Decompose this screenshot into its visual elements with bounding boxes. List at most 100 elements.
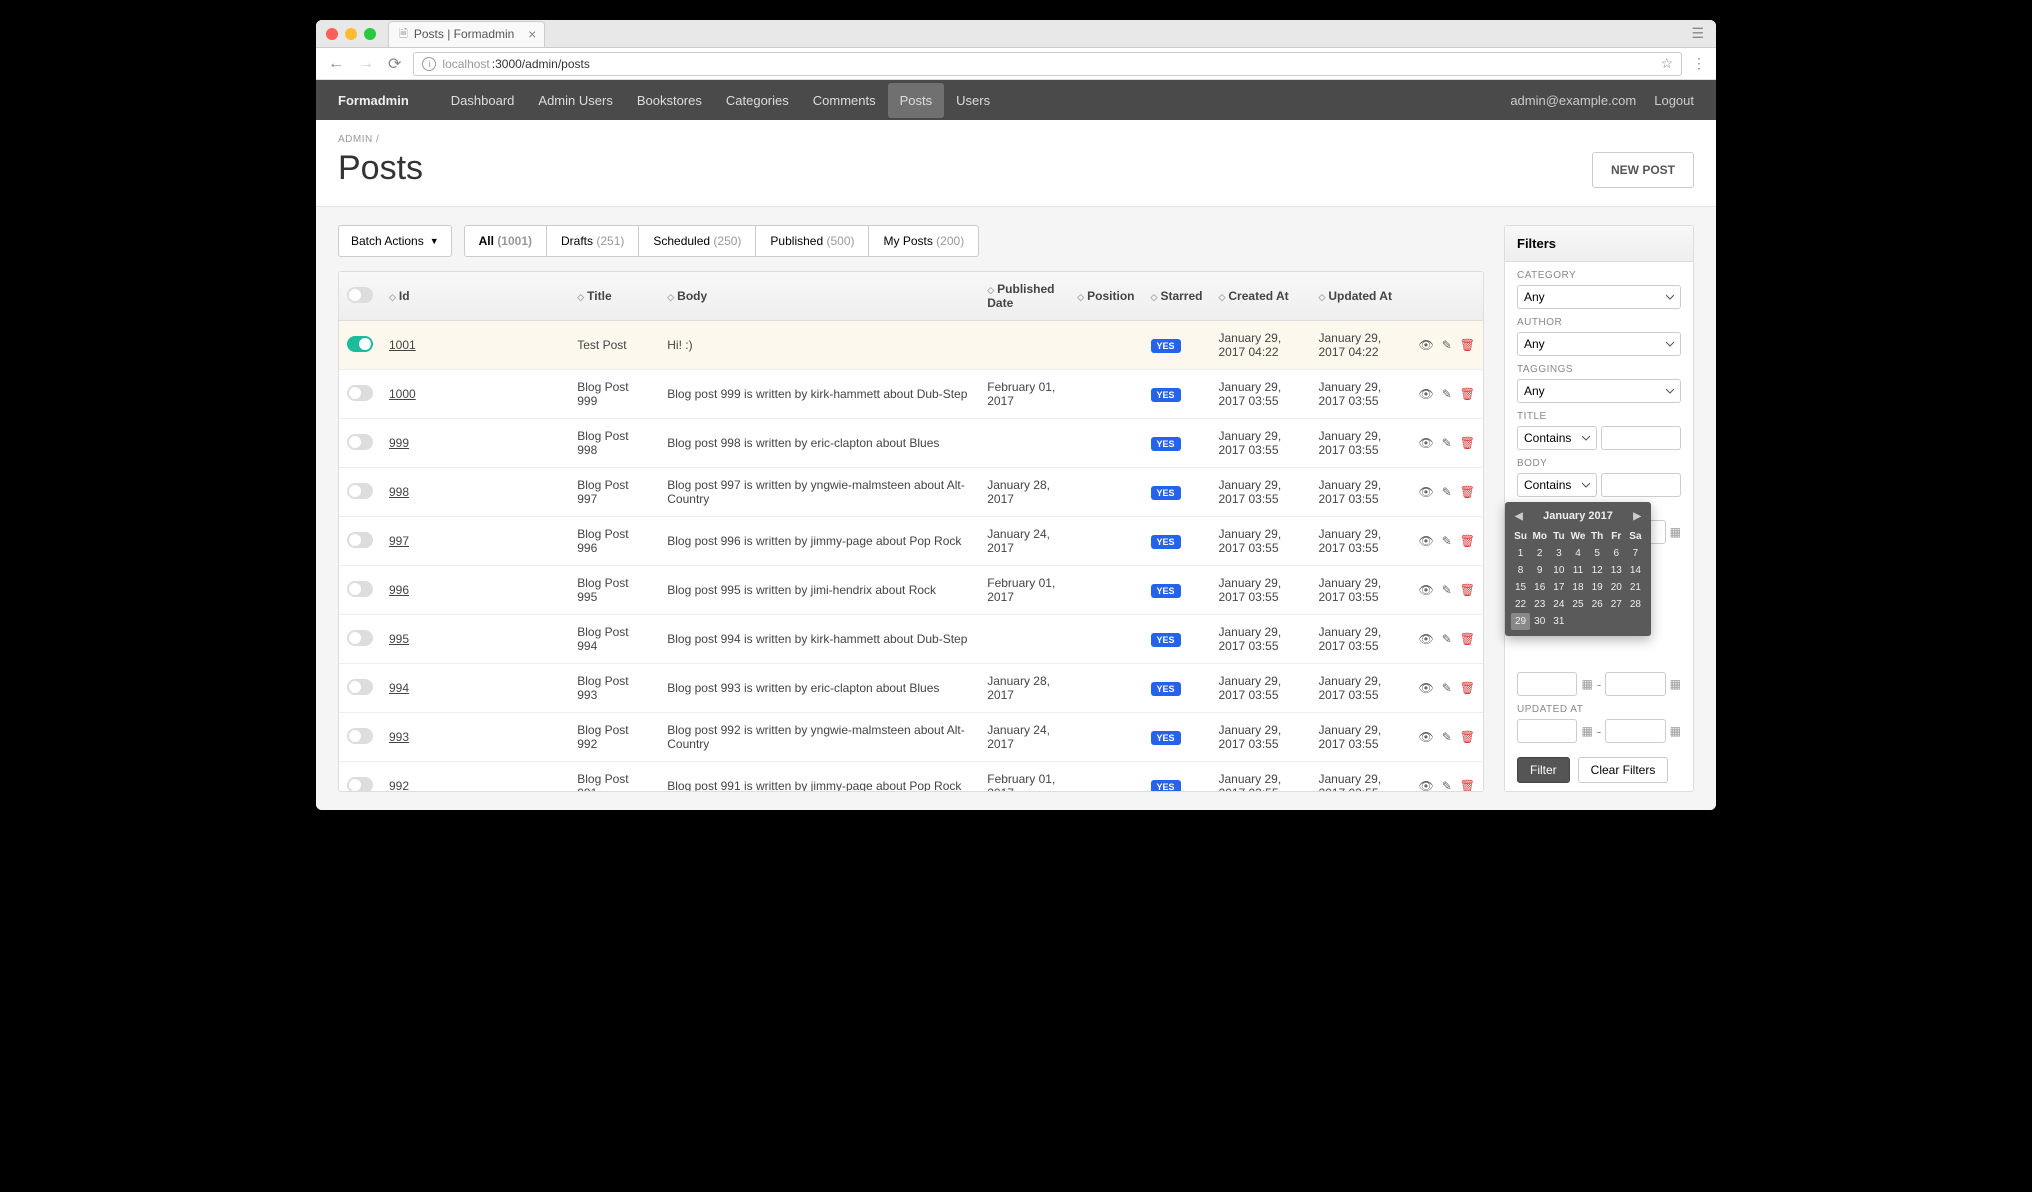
- view-icon[interactable]: 👁: [1418, 436, 1433, 450]
- row-id-link[interactable]: 992: [389, 779, 409, 792]
- datepicker-day[interactable]: 18: [1568, 579, 1587, 596]
- new-post-button[interactable]: NEW POST: [1592, 152, 1694, 188]
- info-icon[interactable]: i: [422, 57, 436, 71]
- filter-title-input[interactable]: [1601, 426, 1681, 450]
- datepicker-day[interactable]: 28: [1626, 596, 1645, 613]
- view-icon[interactable]: 👁: [1418, 681, 1433, 695]
- filter-taggings[interactable]: Any: [1517, 379, 1681, 403]
- row-id-link[interactable]: 994: [389, 681, 409, 695]
- datepicker-day[interactable]: 3: [1549, 545, 1568, 562]
- brand[interactable]: Formadmin: [338, 93, 409, 108]
- url-field[interactable]: i localhost:3000/admin/posts ☆: [413, 52, 1682, 76]
- nav-link-categories[interactable]: Categories: [714, 83, 801, 118]
- clear-filters-button[interactable]: Clear Filters: [1578, 757, 1669, 783]
- datepicker-day[interactable]: 16: [1530, 579, 1549, 596]
- filter-updated-from[interactable]: [1517, 719, 1577, 743]
- delete-icon[interactable]: 🗑: [1460, 338, 1475, 352]
- view-icon[interactable]: 👁: [1418, 583, 1433, 597]
- row-checkbox[interactable]: [347, 532, 373, 548]
- datepicker-day[interactable]: 22: [1511, 596, 1530, 613]
- row-checkbox[interactable]: [347, 679, 373, 695]
- view-icon[interactable]: 👁: [1418, 730, 1433, 744]
- edit-icon[interactable]: ✎: [1442, 681, 1452, 695]
- edit-icon[interactable]: ✎: [1442, 632, 1452, 646]
- view-icon[interactable]: 👁: [1418, 779, 1433, 792]
- edit-icon[interactable]: ✎: [1442, 730, 1452, 744]
- row-id-link[interactable]: 1000: [389, 387, 416, 401]
- row-id-link[interactable]: 998: [389, 485, 409, 499]
- col-created-at[interactable]: ◇Created At: [1210, 272, 1310, 321]
- delete-icon[interactable]: 🗑: [1460, 436, 1475, 450]
- calendar-icon[interactable]: ▦: [1670, 525, 1681, 539]
- delete-icon[interactable]: 🗑: [1460, 730, 1475, 744]
- row-checkbox[interactable]: [347, 777, 373, 793]
- calendar-icon[interactable]: ▦: [1581, 677, 1592, 691]
- datepicker-day[interactable]: 15: [1511, 579, 1530, 596]
- row-id-link[interactable]: 1001: [389, 338, 416, 352]
- edit-icon[interactable]: ✎: [1442, 534, 1452, 548]
- scope-my-posts[interactable]: My Posts (200): [868, 225, 979, 257]
- datepicker-day[interactable]: 11: [1568, 562, 1587, 579]
- row-id-link[interactable]: 999: [389, 436, 409, 450]
- minimize-window-icon[interactable]: [345, 28, 357, 40]
- datepicker-day[interactable]: 25: [1568, 596, 1587, 613]
- row-checkbox[interactable]: [347, 728, 373, 744]
- row-checkbox[interactable]: [347, 434, 373, 450]
- datepicker-prev-icon[interactable]: ◀: [1515, 511, 1523, 522]
- row-id-link[interactable]: 993: [389, 730, 409, 744]
- row-id-link[interactable]: 996: [389, 583, 409, 597]
- delete-icon[interactable]: 🗑: [1460, 534, 1475, 548]
- datepicker-day[interactable]: 21: [1626, 579, 1645, 596]
- delete-icon[interactable]: 🗑: [1460, 681, 1475, 695]
- browser-menu-icon[interactable]: ⋮: [1692, 55, 1706, 72]
- datepicker-day[interactable]: 10: [1549, 562, 1568, 579]
- filter-category[interactable]: Any: [1517, 285, 1681, 309]
- col-id[interactable]: ◇Id: [381, 272, 569, 321]
- view-icon[interactable]: 👁: [1418, 632, 1433, 646]
- row-checkbox[interactable]: [347, 483, 373, 499]
- bookmark-star-icon[interactable]: ☆: [1660, 55, 1673, 72]
- filter-createdat-from[interactable]: [1517, 672, 1577, 696]
- scope-all[interactable]: All (1001): [464, 225, 547, 257]
- datepicker-day[interactable]: 13: [1607, 562, 1626, 579]
- datepicker-day[interactable]: 6: [1607, 545, 1626, 562]
- calendar-icon[interactable]: ▦: [1581, 724, 1592, 738]
- datepicker-day[interactable]: 19: [1588, 579, 1607, 596]
- scope-drafts[interactable]: Drafts (251): [546, 225, 639, 257]
- datepicker-day[interactable]: 31: [1549, 613, 1568, 630]
- edit-icon[interactable]: ✎: [1442, 485, 1452, 499]
- nav-link-dashboard[interactable]: Dashboard: [439, 83, 527, 118]
- select-all-checkbox[interactable]: [347, 287, 373, 303]
- delete-icon[interactable]: 🗑: [1460, 485, 1475, 499]
- batch-actions-button[interactable]: Batch Actions ▼: [338, 225, 452, 257]
- filter-body-input[interactable]: [1601, 473, 1681, 497]
- row-checkbox[interactable]: [347, 385, 373, 401]
- view-icon[interactable]: 👁: [1418, 485, 1433, 499]
- col-position[interactable]: ◇Position: [1069, 272, 1142, 321]
- datepicker-day[interactable]: 14: [1626, 562, 1645, 579]
- datepicker-day[interactable]: 12: [1588, 562, 1607, 579]
- filter-title-op[interactable]: Contains: [1517, 426, 1597, 450]
- filter-author[interactable]: Any: [1517, 332, 1681, 356]
- datepicker-day[interactable]: 26: [1588, 596, 1607, 613]
- nav-link-users[interactable]: Users: [944, 83, 1002, 118]
- col-title[interactable]: ◇Title: [569, 272, 659, 321]
- col-starred[interactable]: ◇Starred: [1143, 272, 1211, 321]
- edit-icon[interactable]: ✎: [1442, 387, 1452, 401]
- datepicker-day[interactable]: 1: [1511, 545, 1530, 562]
- view-icon[interactable]: 👁: [1418, 534, 1433, 548]
- close-window-icon[interactable]: [326, 28, 338, 40]
- datepicker-day[interactable]: 2: [1530, 545, 1549, 562]
- forward-arrow-icon[interactable]: →: [356, 55, 376, 73]
- scope-published[interactable]: Published (500): [755, 225, 869, 257]
- nav-link-posts[interactable]: Posts: [888, 83, 945, 118]
- datepicker-day[interactable]: 23: [1530, 596, 1549, 613]
- delete-icon[interactable]: 🗑: [1460, 632, 1475, 646]
- nav-link-comments[interactable]: Comments: [801, 83, 888, 118]
- filter-updated-to[interactable]: [1605, 719, 1665, 743]
- datepicker-next-icon[interactable]: ▶: [1633, 511, 1641, 522]
- datepicker-day[interactable]: 8: [1511, 562, 1530, 579]
- col-updated-at[interactable]: ◇Updated At: [1310, 272, 1410, 321]
- maximize-window-icon[interactable]: [364, 28, 376, 40]
- datepicker-day[interactable]: 20: [1607, 579, 1626, 596]
